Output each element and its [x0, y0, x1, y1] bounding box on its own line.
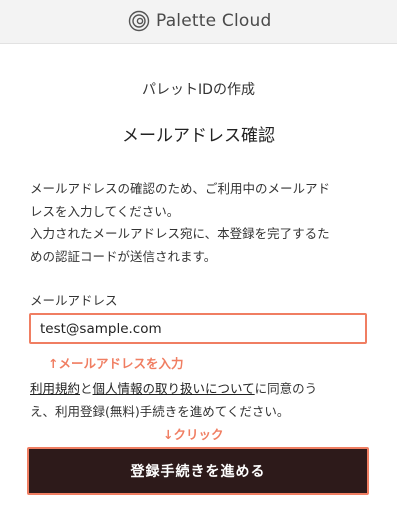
- email-field[interactable]: [29, 313, 367, 344]
- instructions: メールアドレスの確認のため、ご利用中のメールアド レスを入力してください。 入力…: [30, 178, 375, 268]
- instruction-line: めの認証コードが送信されます。: [30, 248, 217, 264]
- instruction-line: メールアドレスの確認のため、ご利用中のメールアド: [30, 181, 331, 196]
- app-header: Palette Cloud: [0, 0, 397, 44]
- email-label: メールアドレス: [30, 293, 118, 308]
- page-title: メールアドレス確認: [122, 126, 275, 146]
- email-input-annotation: ↑メールアドレスを入力: [48, 356, 184, 371]
- brand-logo[interactable]: Palette Cloud: [128, 9, 271, 33]
- submit-registration-button[interactable]: 登録手続きを進める: [27, 447, 369, 495]
- palette-cloud-logo-icon: [128, 10, 150, 32]
- privacy-policy-link[interactable]: 個人情報の取り扱いについて: [93, 381, 255, 396]
- consent-text: 利用規約と個人情報の取り扱いについてに同意のう え、利用登録(無料)手続きを進め…: [30, 377, 375, 423]
- logo-text: Palette Cloud: [156, 11, 272, 31]
- page-subtitle: パレットIDの作成: [142, 82, 255, 98]
- instruction-line: レスを入力してください。: [30, 203, 180, 219]
- instruction-line: 入力されたメールアドレス宛に、本登録を完了するた: [30, 226, 330, 241]
- consent-line2-text: え、利用登録(無料)手続きを進めてください。: [30, 404, 290, 419]
- consent-and-text: と: [80, 381, 93, 396]
- click-annotation: ↓クリック: [163, 427, 224, 442]
- terms-link[interactable]: 利用規約: [30, 381, 80, 396]
- consent-rest-text: に同意のう: [254, 381, 318, 396]
